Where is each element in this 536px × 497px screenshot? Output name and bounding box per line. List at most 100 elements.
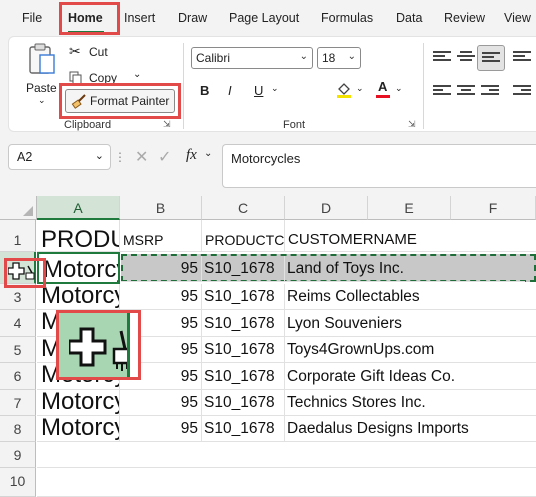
copy-chevron-down-icon[interactable]: ⌄ — [133, 69, 141, 80]
cell-c1[interactable]: PRODUCTCODE — [202, 220, 285, 252]
clipboard-group-label: Clipboard — [64, 119, 112, 131]
cell-b2[interactable]: 95 — [121, 256, 202, 282]
row-header-4[interactable]: 4 — [0, 310, 36, 337]
cell-c6[interactable]: S10_1678 — [202, 363, 285, 390]
cell-a2[interactable]: Motorcycles — [37, 252, 120, 284]
row-header-5[interactable]: 5 — [0, 337, 36, 363]
more-options-icon[interactable]: ⋮ — [114, 150, 126, 164]
font-launcher-icon[interactable]: ⇲ — [408, 119, 416, 130]
formula-bar: A2 ⌄ ⋮ ✕ ✓ fx ⌄ Motorcycles — [0, 140, 536, 188]
tab-file[interactable]: File — [22, 11, 42, 25]
chevron-down-icon[interactable]: ⌄ — [38, 95, 46, 106]
cell-b3[interactable]: 95 — [120, 284, 202, 310]
font-color-chevron-down-icon[interactable]: ⌄ — [395, 83, 403, 94]
cut-button[interactable]: Cut — [89, 45, 108, 59]
underline-button[interactable]: U — [254, 83, 263, 98]
align-top-icon[interactable] — [433, 51, 451, 65]
empty-row-9[interactable] — [37, 442, 536, 468]
fill-chevron-down-icon[interactable]: ⌄ — [356, 83, 364, 94]
column-header-a[interactable]: A — [37, 196, 120, 220]
tab-data[interactable]: Data — [396, 11, 422, 25]
align-left-icon[interactable] — [433, 85, 451, 99]
cancel-icon[interactable]: ✕ — [135, 147, 148, 167]
row-header-10[interactable]: 10 — [0, 468, 36, 497]
indent-icon[interactable] — [513, 85, 531, 99]
format-painter-cursor-zoom — [56, 310, 141, 380]
fx-chevron-down-icon[interactable]: ⌄ — [204, 148, 212, 159]
paste-button[interactable]: Paste ⌄ — [23, 43, 63, 105]
tab-draw[interactable]: Draw — [178, 11, 207, 25]
column-header-e[interactable]: E — [368, 196, 451, 220]
empty-row-10[interactable] — [37, 468, 536, 497]
cell-c3[interactable]: S10_1678 — [202, 284, 285, 310]
cell-d7[interactable]: Technics Stores Inc. — [285, 390, 536, 416]
cell-b7[interactable]: 95 — [120, 390, 202, 416]
cell-c4[interactable]: S10_1678 — [202, 310, 285, 337]
italic-button[interactable]: I — [228, 83, 232, 98]
cell-a7[interactable]: Motorcycles — [37, 390, 120, 416]
ribbon-separator — [183, 43, 184, 129]
bold-button[interactable]: B — [200, 83, 209, 98]
format-painter-button[interactable]: Format Painter — [65, 89, 175, 113]
font-color-button[interactable]: A — [378, 79, 387, 94]
cell-d2[interactable]: Land of Toys Inc. — [285, 256, 525, 282]
column-header-b[interactable]: B — [120, 196, 202, 220]
cell-a8[interactable]: Motorcycles — [37, 416, 120, 442]
align-bottom-button[interactable] — [477, 45, 505, 71]
align-middle-icon[interactable] — [457, 51, 475, 65]
tab-page-layout[interactable]: Page Layout — [229, 11, 299, 25]
tab-home[interactable]: Home — [68, 11, 103, 25]
font-group-label: Font — [283, 119, 306, 131]
cell-d3[interactable]: Reims Collectables — [285, 284, 536, 310]
fill-color-icon[interactable] — [335, 81, 353, 99]
name-box-value: A2 — [17, 150, 33, 164]
row-header-9[interactable]: 9 — [0, 442, 36, 468]
column-header-d[interactable]: D — [285, 196, 368, 220]
row-header-7[interactable]: 7 — [0, 390, 36, 416]
cell-b1[interactable]: MSRP — [120, 220, 202, 252]
ribbon-separator — [423, 43, 424, 129]
row-header-1[interactable]: 1 — [0, 220, 36, 252]
active-tab-indicator — [68, 31, 104, 33]
tab-formulas[interactable]: Formulas — [321, 11, 373, 25]
scissors-icon: ✂ — [69, 43, 81, 59]
row-header-3[interactable]: 3 — [0, 284, 36, 310]
wrap-icon[interactable] — [513, 51, 531, 65]
underline-chevron-down-icon[interactable]: ⌄ — [271, 83, 279, 94]
cell-d6[interactable]: Corporate Gift Ideas Co. — [285, 363, 536, 390]
tab-view[interactable]: View — [504, 11, 531, 25]
font-size-select[interactable]: 18 ⌄ — [317, 47, 361, 69]
column-header-f[interactable]: F — [451, 196, 536, 220]
format-painter-label: Format Painter — [90, 94, 170, 108]
formula-input[interactable]: Motorcycles — [222, 144, 536, 188]
name-box[interactable]: A2 ⌄ — [8, 144, 111, 170]
cell-b8[interactable]: 95 — [120, 416, 202, 442]
row-header-6[interactable]: 6 — [0, 363, 36, 390]
cell-c7[interactable]: S10_1678 — [202, 390, 285, 416]
enter-check-icon[interactable]: ✓ — [158, 147, 171, 167]
column-header-c[interactable]: C — [202, 196, 285, 220]
cell-c5[interactable]: S10_1678 — [202, 337, 285, 363]
cell-d4[interactable]: Lyon Souveniers — [285, 310, 536, 337]
tab-review[interactable]: Review — [444, 11, 485, 25]
insert-function-button[interactable]: fx — [186, 147, 197, 164]
cell-c2[interactable]: S10_1678 — [202, 256, 285, 282]
row-header-8[interactable]: 8 — [0, 416, 36, 442]
cell-d8[interactable]: Daedalus Designs Imports — [285, 416, 536, 442]
menu-bar: File Home Insert Draw Page Layout Formul… — [0, 0, 536, 36]
select-all-corner[interactable] — [0, 196, 37, 220]
cell-d1[interactable]: CUSTOMERNAME — [285, 220, 536, 252]
formula-content: Motorcycles — [231, 151, 301, 166]
format-painter-cursor-icon — [8, 262, 35, 280]
cell-c8[interactable]: S10_1678 — [202, 416, 285, 442]
copy-icon — [69, 71, 82, 85]
cell-a1[interactable]: PRODUCTLINE — [37, 220, 120, 252]
copy-button[interactable]: Copy — [89, 71, 117, 85]
cell-a3[interactable]: Motorcycles — [37, 284, 120, 310]
align-center-icon[interactable] — [457, 85, 475, 99]
cell-d5[interactable]: Toys4GrownUps.com — [285, 337, 536, 363]
tab-insert[interactable]: Insert — [124, 11, 155, 25]
align-right-icon[interactable] — [481, 85, 499, 99]
font-name-select[interactable]: Calibri ⌄ — [191, 47, 313, 69]
clipboard-launcher-icon[interactable]: ⇲ — [163, 119, 171, 130]
